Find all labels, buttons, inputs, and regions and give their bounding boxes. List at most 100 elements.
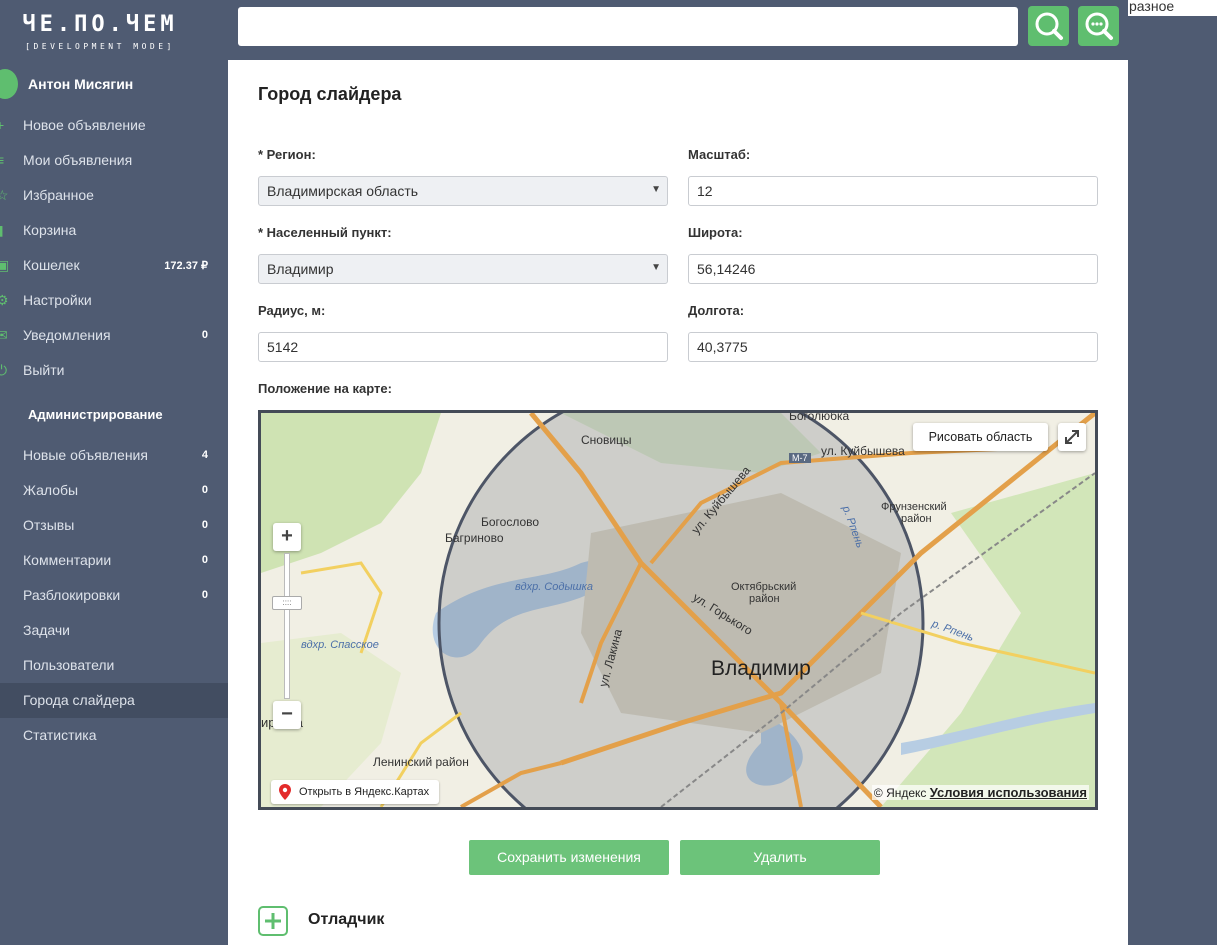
latitude-label: Широта:	[688, 225, 743, 240]
search-icon	[1035, 12, 1063, 40]
map-label-sodyshka: вдхр. Содышка	[515, 581, 593, 593]
scale-label: Масштаб:	[688, 147, 751, 162]
map-canvas	[261, 413, 1095, 807]
draw-area-button[interactable]: Рисовать область	[913, 423, 1048, 451]
sidebar-item-label: Задачи	[23, 622, 71, 638]
longitude-value: 40,3775	[697, 339, 748, 355]
map-label-frunzensky: Фрунзенский	[881, 501, 947, 513]
sidebar-item-wallet[interactable]: ▣ Кошелек 172.37 ₽	[0, 248, 228, 283]
sidebar-item-slider-cities[interactable]: Города слайдера	[0, 683, 228, 718]
region-label: * Регион:	[258, 147, 316, 162]
locality-label: * Населенный пункт:	[258, 225, 392, 240]
sidebar-item-my-ads[interactable]: ≡ Мои объявления	[0, 143, 228, 178]
plus-icon	[265, 913, 281, 929]
search-button[interactable]	[1028, 6, 1069, 46]
radius-label: Радиус, м:	[258, 303, 326, 318]
sidebar-item-label: Города слайдера	[23, 692, 135, 708]
plus-icon: +	[0, 117, 5, 133]
map-widget[interactable]: Сновицы Богослово Багриново вдхр. Содышк…	[258, 410, 1098, 810]
map-label-bogolyubka: Боголюбка	[789, 410, 850, 423]
top-right-text: разное	[1129, 0, 1175, 14]
latitude-input[interactable]: 56,14246	[688, 254, 1098, 284]
sidebar-item-trash[interactable]: ▮ Корзина	[0, 213, 228, 248]
mail-icon: ✉	[0, 327, 8, 343]
map-label-kuibysheva-2: ул. Куйбышева	[821, 444, 905, 458]
locality-select[interactable]: Владимир ▼	[258, 254, 668, 284]
fullscreen-button[interactable]	[1058, 423, 1086, 451]
save-button[interactable]: Сохранить изменения	[469, 840, 669, 875]
sidebar-item-complaints[interactable]: Жалобы 0	[0, 473, 228, 508]
open-yandex-maps-link[interactable]: Открыть в Яндекс.Картах	[271, 780, 439, 804]
zoom-slider-handle[interactable]: ::::	[272, 596, 302, 610]
zoom-in-button[interactable]: +	[273, 523, 301, 551]
sidebar-item-reviews[interactable]: Отзывы 0	[0, 508, 228, 543]
user-profile[interactable]: Антон Мисягин	[0, 60, 228, 108]
sidebar-item-label: Статистика	[23, 727, 97, 743]
sidebar-item-label: Кошелек	[23, 257, 80, 273]
admin-heading: Администрирование	[28, 407, 163, 422]
sidebar-item-badge: 4	[201, 449, 208, 461]
scale-input[interactable]: 12	[688, 176, 1098, 206]
sidebar-item-label: Жалобы	[23, 482, 79, 498]
sidebar-item-label: Новые объявления	[23, 447, 148, 463]
debugger-toggle[interactable]	[258, 906, 288, 936]
sidebar-item-new-listings[interactable]: Новые объявления 4	[0, 438, 228, 473]
map-label-spasskoe: вдхр. Спасское	[301, 639, 379, 651]
scale-value: 12	[697, 183, 713, 199]
logo-block[interactable]: ЧЕ.ПО.ЧЕМ [DEVELOPMENT MODE]	[0, 0, 228, 60]
expand-icon	[1065, 430, 1079, 444]
map-label-oktyabrsky: Октябрьский	[731, 581, 797, 593]
terms-link[interactable]: Условия использования	[930, 785, 1087, 800]
sidebar-item-label: Разблокировки	[23, 587, 121, 603]
sidebar-item-statistics[interactable]: Статистика	[0, 718, 228, 753]
sidebar-item-label: Комментарии	[23, 552, 112, 568]
map-label-m7: М-7	[789, 453, 811, 463]
main-panel: Город слайдера * Регион: Владимирская об…	[228, 60, 1128, 945]
locality-value: Владимир	[267, 261, 334, 277]
trash-icon: ▮	[0, 222, 10, 238]
logo-subtitle: [DEVELOPMENT MODE]	[25, 42, 175, 51]
sidebar-item-badge: 0	[201, 554, 208, 566]
sidebar-item-unblocks[interactable]: Разблокировки 0	[0, 578, 228, 613]
region-value: Владимирская область	[267, 183, 419, 199]
logo-title: ЧЕ.ПО.ЧЕМ	[22, 12, 178, 37]
zoom-slider-track[interactable]	[284, 553, 290, 699]
right-background	[1128, 0, 1217, 945]
search-input[interactable]	[238, 7, 1018, 46]
map-label-vladimir: Владимир	[711, 657, 811, 680]
zoom-out-button[interactable]: −	[273, 701, 301, 729]
sidebar-item-comments[interactable]: Комментарии 0	[0, 543, 228, 578]
user-name: Антон Мисягин	[28, 76, 134, 92]
sidebar-item-logout[interactable]: ⏻ Выйти	[0, 353, 228, 388]
region-select[interactable]: Владимирская область ▼	[258, 176, 668, 206]
sidebar-item-label: Отзывы	[23, 517, 75, 533]
map-copyright: © Яндекс Условия использования	[871, 785, 1089, 800]
radius-value: 5142	[267, 339, 299, 355]
map-label-bagrinovo: Багриново	[445, 531, 504, 545]
radius-input[interactable]: 5142	[258, 332, 668, 362]
sidebar-item-label: Выйти	[23, 362, 65, 378]
delete-button[interactable]: Удалить	[680, 840, 880, 875]
sidebar-item-tasks[interactable]: Задачи	[0, 613, 228, 648]
debugger-label: Отладчик	[308, 911, 385, 928]
map-label-snovitsy: Сновицы	[581, 433, 632, 447]
caret-down-icon: ▼	[651, 262, 661, 273]
copyright-text: © Яндекс	[873, 786, 927, 800]
sidebar-item-label: Уведомления	[23, 327, 111, 343]
longitude-input[interactable]: 40,3775	[688, 332, 1098, 362]
power-icon: ⏻	[0, 362, 8, 378]
star-icon: ☆	[0, 187, 9, 203]
sidebar-item-settings[interactable]: ⚙ Настройки	[0, 283, 228, 318]
sidebar-item-label: Новое объявление	[23, 117, 146, 133]
longitude-label: Долгота:	[688, 303, 745, 318]
sidebar-item-label: Корзина	[23, 222, 77, 238]
open-yandex-label: Открыть в Яндекс.Картах	[299, 786, 430, 798]
advanced-search-button[interactable]	[1078, 6, 1119, 46]
caret-down-icon: ▼	[651, 184, 661, 195]
sidebar-item-users[interactable]: Пользователи	[0, 648, 228, 683]
sidebar-item-notifications[interactable]: ✉ Уведомления 0	[0, 318, 228, 353]
sidebar-item-favorites[interactable]: ☆ Избранное	[0, 178, 228, 213]
sidebar-item-badge: 0	[201, 519, 208, 531]
sidebar-item-new-ad[interactable]: + Новое объявление	[0, 108, 228, 143]
map-label-bogoslovo: Богослово	[481, 515, 540, 529]
